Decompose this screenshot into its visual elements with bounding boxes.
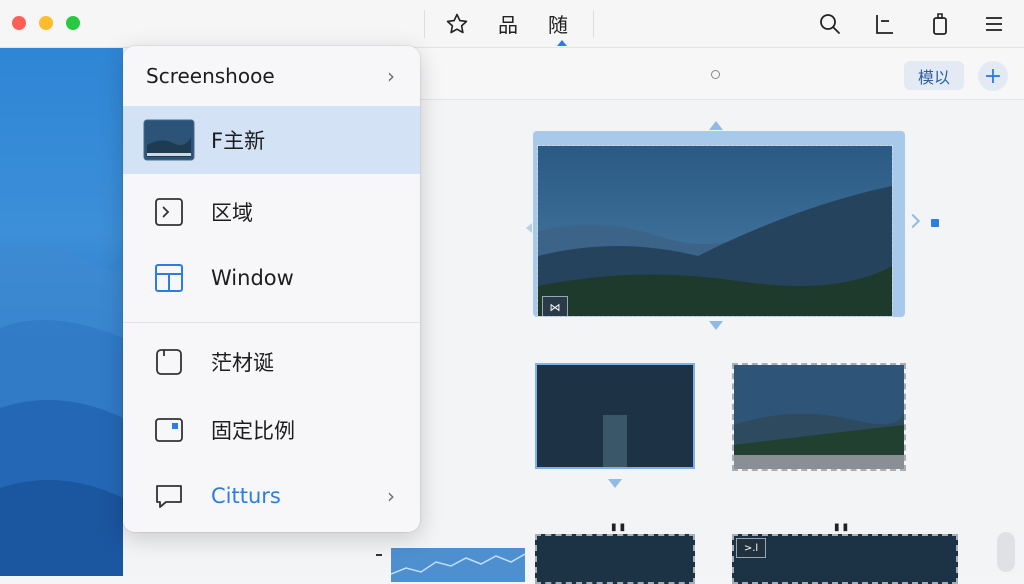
menu-item-label: F主新 bbox=[211, 129, 266, 153]
menu-item-label: Window bbox=[211, 266, 294, 290]
add-button[interactable]: + bbox=[978, 61, 1008, 91]
chat-bubble-icon bbox=[153, 480, 185, 512]
minimize-window-button[interactable] bbox=[39, 16, 53, 30]
resize-handle-right[interactable] bbox=[905, 213, 921, 229]
capture-thumbnail[interactable] bbox=[535, 363, 695, 469]
star-icon[interactable] bbox=[444, 11, 470, 37]
chevron-right-icon: › bbox=[387, 64, 395, 88]
toolbar-divider bbox=[593, 10, 594, 38]
menu-title-label: Screenshooe bbox=[146, 64, 275, 88]
menu-item-label: 茫材诞 bbox=[211, 351, 274, 375]
selected-capture-frame[interactable]: ⋈ bbox=[526, 121, 921, 330]
capture-thumbnail[interactable]: >.l bbox=[732, 534, 958, 584]
window-icon bbox=[153, 262, 185, 294]
toolbar-divider bbox=[424, 10, 425, 38]
mode-button[interactable]: 模以 bbox=[904, 61, 964, 90]
desktop-wallpaper bbox=[0, 48, 123, 576]
search-icon[interactable] bbox=[817, 11, 843, 37]
top-toolbar: 品 随 bbox=[0, 0, 1024, 48]
fixed-ratio-icon bbox=[153, 414, 185, 446]
resize-handle-left[interactable] bbox=[526, 223, 532, 233]
menu-item-label: 固定比例 bbox=[211, 419, 295, 443]
menu-item-window[interactable]: Window bbox=[123, 248, 420, 308]
menu-item-label: Citturs bbox=[211, 484, 281, 508]
menu-title[interactable]: Screenshooe › bbox=[123, 46, 420, 106]
tick-marks: ▮ ▮ bbox=[611, 522, 626, 533]
active-tab-indicator bbox=[557, 40, 567, 46]
clipboard-icon[interactable] bbox=[927, 11, 953, 37]
tick-marks: ▮ ▮ bbox=[834, 522, 849, 533]
chart-icon[interactable] bbox=[871, 11, 897, 37]
menu-item-fixed-ratio[interactable]: 固定比例 bbox=[123, 400, 420, 460]
capture-thumbnail[interactable] bbox=[391, 548, 525, 582]
resize-handle-top[interactable] bbox=[709, 121, 723, 130]
screenshot-menu: Screenshooe › F主新 区域 Window 茫材诞 固定比例 Cit… bbox=[123, 46, 420, 532]
chevron-right-icon: › bbox=[387, 484, 395, 508]
grid-icon[interactable]: 品 bbox=[498, 9, 518, 38]
thumbnail-icon bbox=[143, 118, 195, 162]
capture-thumbnail[interactable] bbox=[535, 534, 695, 584]
close-window-button[interactable] bbox=[12, 16, 26, 30]
scrollbar-thumb[interactable] bbox=[997, 532, 1015, 572]
resize-handle-bottom[interactable] bbox=[709, 321, 723, 330]
status-dot bbox=[711, 70, 720, 79]
capture-preview-image: ⋈ bbox=[537, 145, 893, 317]
list-icon[interactable] bbox=[981, 11, 1007, 37]
media-badge-icon: ⋈ bbox=[542, 296, 568, 316]
menu-item-fullscreen[interactable]: F主新 bbox=[123, 106, 420, 174]
region-capture-icon bbox=[153, 196, 185, 228]
row-marker bbox=[376, 554, 382, 556]
menu-item-region[interactable]: 区域 bbox=[123, 182, 420, 242]
crop-frame-icon bbox=[153, 346, 185, 378]
sequence-icon[interactable]: 随 bbox=[548, 9, 568, 38]
capture-thumbnail[interactable] bbox=[732, 363, 906, 471]
terminal-badge-icon: >.l bbox=[736, 538, 766, 558]
menu-divider bbox=[123, 322, 420, 323]
anchor-dot[interactable] bbox=[931, 219, 939, 227]
thumbnail-caption-strip bbox=[734, 455, 904, 469]
expand-caret[interactable] bbox=[608, 479, 622, 488]
menu-item-captures[interactable]: Citturs › bbox=[123, 466, 420, 526]
zoom-window-button[interactable] bbox=[66, 16, 80, 30]
menu-item-freeform[interactable]: 茫材诞 bbox=[123, 332, 420, 392]
menu-item-label: 区域 bbox=[211, 201, 253, 225]
